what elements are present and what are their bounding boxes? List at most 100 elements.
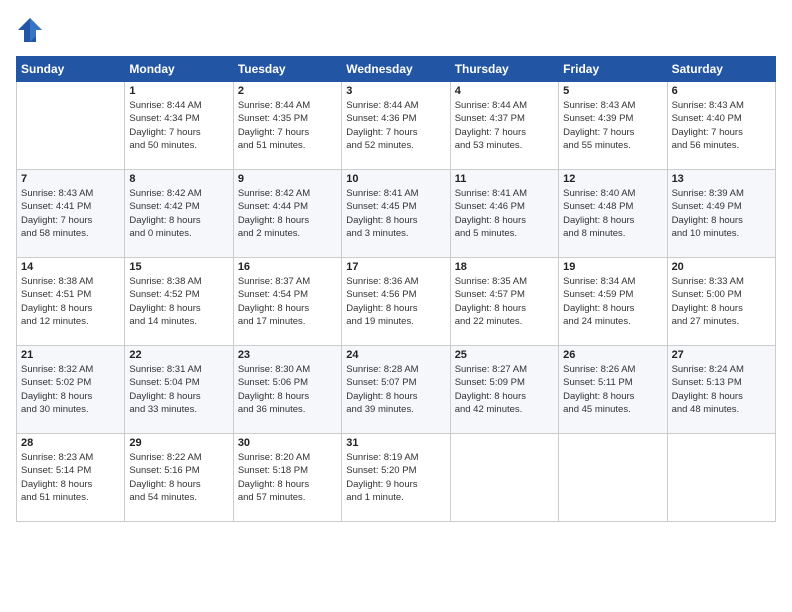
day-number: 22 (129, 349, 228, 361)
day-number: 2 (238, 85, 337, 97)
calendar-cell: 7 Sunrise: 8:43 AM Sunset: 4:41 PM Daylig… (17, 170, 125, 258)
day-number: 23 (238, 349, 337, 361)
day-number: 28 (21, 437, 120, 449)
day-info: Sunrise: 8:41 AM Sunset: 4:45 PM Dayligh… (346, 187, 445, 240)
calendar-cell: 24 Sunrise: 8:28 AM Sunset: 5:07 PM Dayli… (342, 346, 450, 434)
day-number: 6 (672, 85, 771, 97)
calendar-week-5: 28 Sunrise: 8:23 AM Sunset: 5:14 PM Dayli… (17, 434, 776, 522)
calendar-cell: 6 Sunrise: 8:43 AM Sunset: 4:40 PM Daylig… (667, 82, 775, 170)
day-number: 13 (672, 173, 771, 185)
logo (16, 16, 48, 44)
day-info: Sunrise: 8:44 AM Sunset: 4:36 PM Dayligh… (346, 99, 445, 152)
day-info: Sunrise: 8:27 AM Sunset: 5:09 PM Dayligh… (455, 363, 554, 416)
day-info: Sunrise: 8:34 AM Sunset: 4:59 PM Dayligh… (563, 275, 662, 328)
calendar-cell: 21 Sunrise: 8:32 AM Sunset: 5:02 PM Dayli… (17, 346, 125, 434)
calendar-cell: 16 Sunrise: 8:37 AM Sunset: 4:54 PM Dayli… (233, 258, 341, 346)
day-number: 12 (563, 173, 662, 185)
day-number: 18 (455, 261, 554, 273)
page-header (16, 16, 776, 44)
logo-icon (16, 16, 44, 44)
day-number: 10 (346, 173, 445, 185)
day-info: Sunrise: 8:19 AM Sunset: 5:20 PM Dayligh… (346, 451, 445, 504)
calendar-week-2: 7 Sunrise: 8:43 AM Sunset: 4:41 PM Daylig… (17, 170, 776, 258)
day-number: 17 (346, 261, 445, 273)
calendar-cell: 31 Sunrise: 8:19 AM Sunset: 5:20 PM Dayli… (342, 434, 450, 522)
col-header-wednesday: Wednesday (342, 57, 450, 82)
calendar-cell: 9 Sunrise: 8:42 AM Sunset: 4:44 PM Daylig… (233, 170, 341, 258)
day-number: 27 (672, 349, 771, 361)
day-number: 8 (129, 173, 228, 185)
day-info: Sunrise: 8:38 AM Sunset: 4:51 PM Dayligh… (21, 275, 120, 328)
day-number: 24 (346, 349, 445, 361)
day-number: 20 (672, 261, 771, 273)
calendar-cell: 27Sunrise: 8:24 AM Sunset: 5:13 PM Dayli… (667, 346, 775, 434)
day-number: 26 (563, 349, 662, 361)
calendar-cell: 1 Sunrise: 8:44 AM Sunset: 4:34 PM Daylig… (125, 82, 233, 170)
day-number: 7 (21, 173, 120, 185)
calendar-cell: 29 Sunrise: 8:22 AM Sunset: 5:16 PM Dayli… (125, 434, 233, 522)
calendar-cell: 20 Sunrise: 8:33 AM Sunset: 5:00 PM Dayli… (667, 258, 775, 346)
day-number: 1 (129, 85, 228, 97)
calendar-cell: 10 Sunrise: 8:41 AM Sunset: 4:45 PM Dayli… (342, 170, 450, 258)
day-info: Sunrise: 8:31 AM Sunset: 5:04 PM Dayligh… (129, 363, 228, 416)
day-number: 16 (238, 261, 337, 273)
calendar-cell: 5Sunrise: 8:43 AM Sunset: 4:39 PM Daylig… (559, 82, 667, 170)
day-number: 3 (346, 85, 445, 97)
day-info: Sunrise: 8:42 AM Sunset: 4:44 PM Dayligh… (238, 187, 337, 240)
calendar-cell: 28 Sunrise: 8:23 AM Sunset: 5:14 PM Dayli… (17, 434, 125, 522)
day-info: Sunrise: 8:23 AM Sunset: 5:14 PM Dayligh… (21, 451, 120, 504)
col-header-friday: Friday (559, 57, 667, 82)
day-info: Sunrise: 8:20 AM Sunset: 5:18 PM Dayligh… (238, 451, 337, 504)
day-info: Sunrise: 8:37 AM Sunset: 4:54 PM Dayligh… (238, 275, 337, 328)
calendar-cell: 26 Sunrise: 8:26 AM Sunset: 5:11 PM Dayli… (559, 346, 667, 434)
day-info: Sunrise: 8:43 AM Sunset: 4:40 PM Dayligh… (672, 99, 771, 152)
calendar-cell: 22 Sunrise: 8:31 AM Sunset: 5:04 PM Dayli… (125, 346, 233, 434)
calendar-cell: 4Sunrise: 8:44 AM Sunset: 4:37 PM Daylig… (450, 82, 558, 170)
day-info: Sunrise: 8:41 AM Sunset: 4:46 PM Dayligh… (455, 187, 554, 240)
day-info: Sunrise: 8:36 AM Sunset: 4:56 PM Dayligh… (346, 275, 445, 328)
calendar-cell: 13 Sunrise: 8:39 AM Sunset: 4:49 PM Dayli… (667, 170, 775, 258)
calendar-cell: 8 Sunrise: 8:42 AM Sunset: 4:42 PM Daylig… (125, 170, 233, 258)
day-info: Sunrise: 8:35 AM Sunset: 4:57 PM Dayligh… (455, 275, 554, 328)
calendar-cell: 14 Sunrise: 8:38 AM Sunset: 4:51 PM Dayli… (17, 258, 125, 346)
day-number: 29 (129, 437, 228, 449)
day-info: Sunrise: 8:39 AM Sunset: 4:49 PM Dayligh… (672, 187, 771, 240)
day-info: Sunrise: 8:22 AM Sunset: 5:16 PM Dayligh… (129, 451, 228, 504)
day-number: 30 (238, 437, 337, 449)
calendar-cell: 11 Sunrise: 8:41 AM Sunset: 4:46 PM Dayli… (450, 170, 558, 258)
calendar-week-4: 21 Sunrise: 8:32 AM Sunset: 5:02 PM Dayli… (17, 346, 776, 434)
day-info: Sunrise: 8:42 AM Sunset: 4:42 PM Dayligh… (129, 187, 228, 240)
day-info: Sunrise: 8:32 AM Sunset: 5:02 PM Dayligh… (21, 363, 120, 416)
calendar-cell: 18 Sunrise: 8:35 AM Sunset: 4:57 PM Dayli… (450, 258, 558, 346)
col-header-monday: Monday (125, 57, 233, 82)
day-number: 9 (238, 173, 337, 185)
calendar-cell: 17 Sunrise: 8:36 AM Sunset: 4:56 PM Dayli… (342, 258, 450, 346)
day-info: Sunrise: 8:26 AM Sunset: 5:11 PM Dayligh… (563, 363, 662, 416)
day-number: 4 (455, 85, 554, 97)
calendar-cell: 12 Sunrise: 8:40 AM Sunset: 4:48 PM Dayli… (559, 170, 667, 258)
day-number: 19 (563, 261, 662, 273)
day-number: 11 (455, 173, 554, 185)
calendar-cell (17, 82, 125, 170)
day-info: Sunrise: 8:44 AM Sunset: 4:35 PM Dayligh… (238, 99, 337, 152)
day-info: Sunrise: 8:40 AM Sunset: 4:48 PM Dayligh… (563, 187, 662, 240)
day-info: Sunrise: 8:28 AM Sunset: 5:07 PM Dayligh… (346, 363, 445, 416)
day-info: Sunrise: 8:30 AM Sunset: 5:06 PM Dayligh… (238, 363, 337, 416)
calendar-cell: 19 Sunrise: 8:34 AM Sunset: 4:59 PM Dayli… (559, 258, 667, 346)
col-header-saturday: Saturday (667, 57, 775, 82)
day-info: Sunrise: 8:33 AM Sunset: 5:00 PM Dayligh… (672, 275, 771, 328)
col-header-sunday: Sunday (17, 57, 125, 82)
calendar-cell (559, 434, 667, 522)
header-row: SundayMondayTuesdayWednesdayThursdayFrid… (17, 57, 776, 82)
day-info: Sunrise: 8:43 AM Sunset: 4:41 PM Dayligh… (21, 187, 120, 240)
day-number: 21 (21, 349, 120, 361)
calendar-table: SundayMondayTuesdayWednesdayThursdayFrid… (16, 56, 776, 522)
day-info: Sunrise: 8:38 AM Sunset: 4:52 PM Dayligh… (129, 275, 228, 328)
calendar-cell: 15Sunrise: 8:38 AM Sunset: 4:52 PM Dayli… (125, 258, 233, 346)
day-number: 5 (563, 85, 662, 97)
calendar-cell: 25Sunrise: 8:27 AM Sunset: 5:09 PM Dayli… (450, 346, 558, 434)
day-number: 14 (21, 261, 120, 273)
day-info: Sunrise: 8:44 AM Sunset: 4:34 PM Dayligh… (129, 99, 228, 152)
calendar-cell (450, 434, 558, 522)
day-number: 31 (346, 437, 445, 449)
